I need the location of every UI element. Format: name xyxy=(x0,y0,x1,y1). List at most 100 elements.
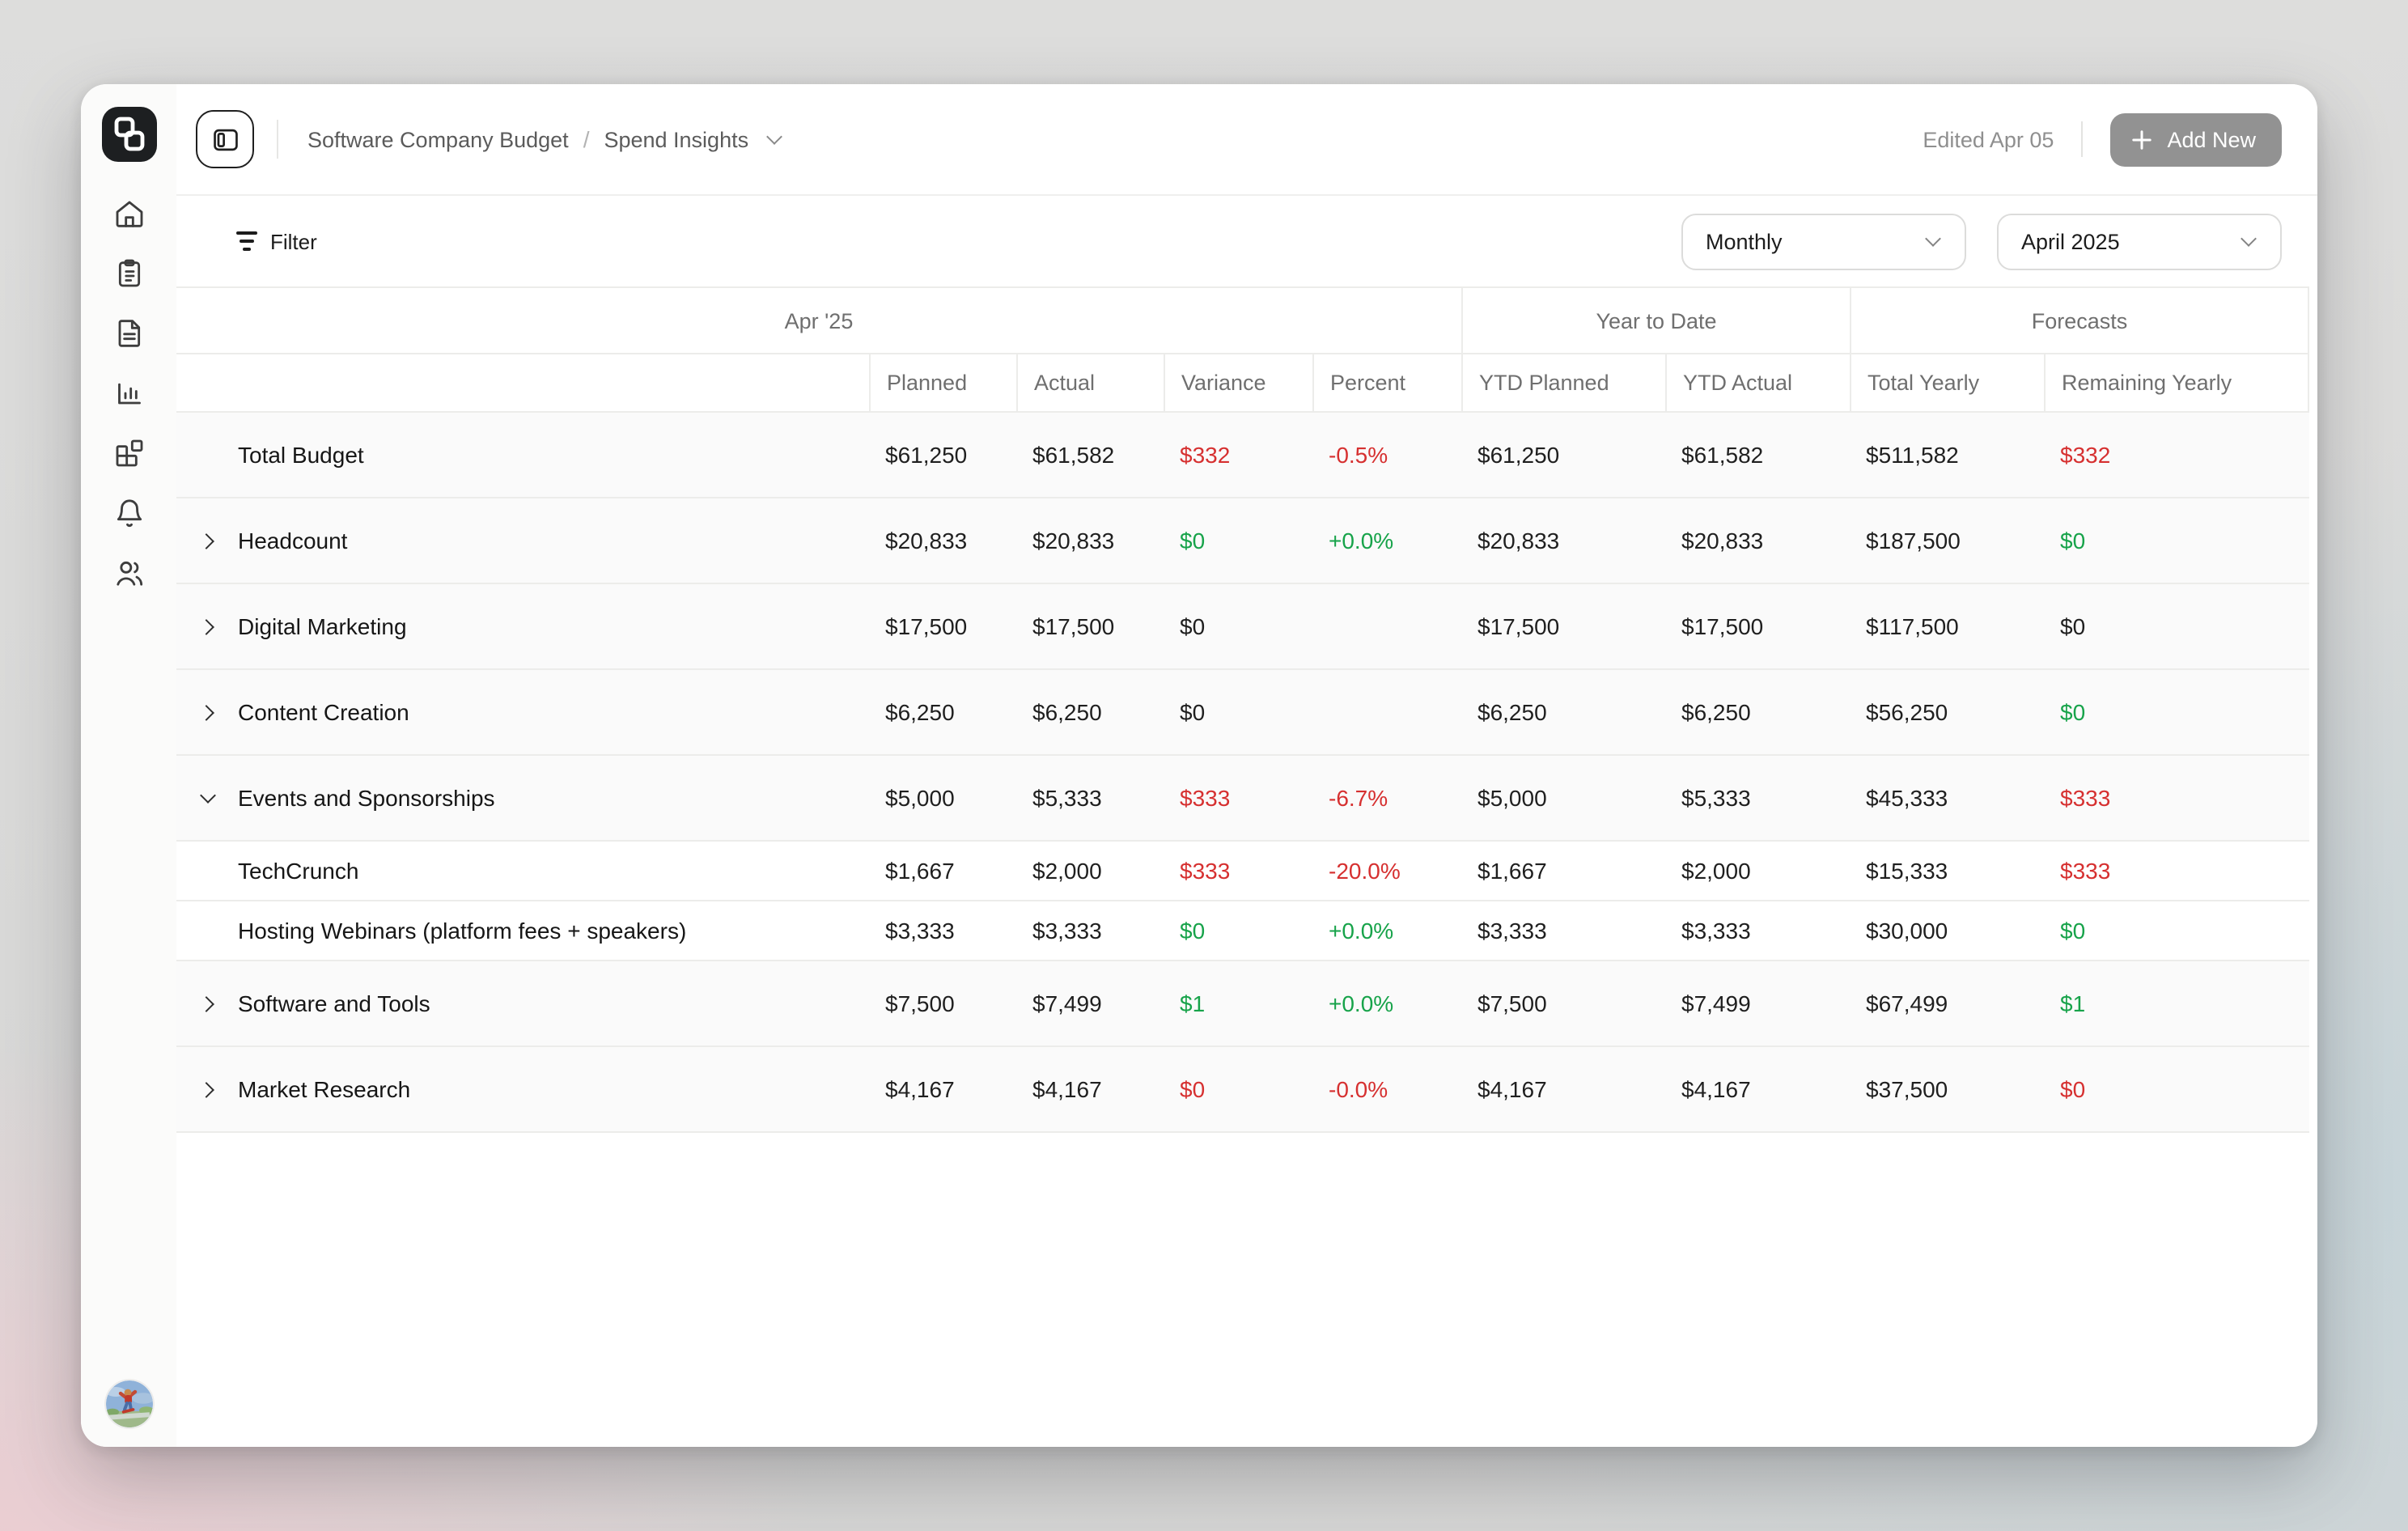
cell-percent[interactable]: -6.7% xyxy=(1312,756,1461,840)
cell-ytd-planned[interactable]: $4,167 xyxy=(1461,1047,1665,1131)
cell-planned[interactable]: $17,500 xyxy=(869,584,1016,668)
cell-planned[interactable]: $5,000 xyxy=(869,756,1016,840)
cell-total-yearly[interactable]: $15,333 xyxy=(1850,842,2044,900)
cell-variance[interactable]: $1 xyxy=(1164,961,1312,1045)
filter-button[interactable]: Filter xyxy=(227,223,327,260)
cell-ytd-planned[interactable]: $61,250 xyxy=(1461,413,1665,497)
chevron-down-icon[interactable] xyxy=(766,131,782,147)
bell-icon[interactable] xyxy=(112,497,145,529)
row-name-cell[interactable]: Headcount xyxy=(176,498,869,583)
chevron-right-icon[interactable] xyxy=(196,615,218,638)
cell-remaining-yearly[interactable]: $333 xyxy=(2044,756,2309,840)
cell-total-yearly[interactable]: $67,499 xyxy=(1850,961,2044,1045)
row-name-cell[interactable]: Market Research xyxy=(176,1047,869,1131)
cell-variance[interactable]: $333 xyxy=(1164,756,1312,840)
cell-total-yearly[interactable]: $30,000 xyxy=(1850,901,2044,960)
chevron-right-icon[interactable] xyxy=(196,992,218,1015)
user-avatar[interactable] xyxy=(105,1380,152,1427)
cell-variance[interactable]: $332 xyxy=(1164,413,1312,497)
cell-total-yearly[interactable]: $56,250 xyxy=(1850,670,2044,754)
cell-ytd-actual[interactable]: $6,250 xyxy=(1665,670,1850,754)
cell-ytd-actual[interactable]: $5,333 xyxy=(1665,756,1850,840)
cell-ytd-actual[interactable]: $61,582 xyxy=(1665,413,1850,497)
cell-remaining-yearly[interactable]: $0 xyxy=(2044,901,2309,960)
table-row[interactable]: Market Research $4,167 $4,167 $0 -0.0% $… xyxy=(176,1047,2309,1133)
cell-ytd-planned[interactable]: $7,500 xyxy=(1461,961,1665,1045)
month-select[interactable]: April 2025 xyxy=(1997,213,2282,269)
table-row[interactable]: Hosting Webinars (platform fees + speake… xyxy=(176,901,2309,961)
cell-ytd-planned[interactable]: $6,250 xyxy=(1461,670,1665,754)
chevron-down-icon[interactable] xyxy=(196,787,218,809)
cell-percent[interactable]: -20.0% xyxy=(1312,842,1461,900)
cell-ytd-actual[interactable]: $20,833 xyxy=(1665,498,1850,583)
cell-variance[interactable]: $0 xyxy=(1164,1047,1312,1131)
cell-total-yearly[interactable]: $45,333 xyxy=(1850,756,2044,840)
clipboard-icon[interactable] xyxy=(112,257,145,290)
add-new-button[interactable]: Add New xyxy=(2110,112,2282,166)
table-row[interactable]: Headcount $20,833 $20,833 $0 +0.0% $20,8… xyxy=(176,498,2309,584)
cell-planned[interactable]: $20,833 xyxy=(869,498,1016,583)
home-icon[interactable] xyxy=(112,197,145,230)
cell-percent[interactable]: +0.0% xyxy=(1312,961,1461,1045)
cell-variance[interactable]: $0 xyxy=(1164,670,1312,754)
cell-total-yearly[interactable]: $37,500 xyxy=(1850,1047,2044,1131)
cell-remaining-yearly[interactable]: $0 xyxy=(2044,498,2309,583)
cell-ytd-planned[interactable]: $5,000 xyxy=(1461,756,1665,840)
cell-planned[interactable]: $1,667 xyxy=(869,842,1016,900)
people-icon[interactable] xyxy=(112,557,145,589)
row-name-cell[interactable]: Digital Marketing xyxy=(176,584,869,668)
cell-actual[interactable]: $2,000 xyxy=(1016,842,1164,900)
row-name-cell[interactable]: Software and Tools xyxy=(176,961,869,1045)
row-name-cell[interactable]: Total Budget xyxy=(176,413,869,497)
cell-total-yearly[interactable]: $511,582 xyxy=(1850,413,2044,497)
row-name-cell[interactable]: Content Creation xyxy=(176,670,869,754)
cell-actual[interactable]: $6,250 xyxy=(1016,670,1164,754)
row-name-cell[interactable]: Events and Sponsorships xyxy=(176,756,869,840)
cell-planned[interactable]: $7,500 xyxy=(869,961,1016,1045)
cell-variance[interactable]: $0 xyxy=(1164,498,1312,583)
row-name-cell[interactable]: TechCrunch xyxy=(176,842,869,900)
cell-ytd-planned[interactable]: $17,500 xyxy=(1461,584,1665,668)
cell-percent[interactable] xyxy=(1312,584,1461,668)
cell-percent[interactable]: -0.5% xyxy=(1312,413,1461,497)
cell-actual[interactable]: $4,167 xyxy=(1016,1047,1164,1131)
cell-total-yearly[interactable]: $187,500 xyxy=(1850,498,2044,583)
cell-total-yearly[interactable]: $117,500 xyxy=(1850,584,2044,668)
cell-planned[interactable]: $6,250 xyxy=(869,670,1016,754)
cell-percent[interactable]: +0.0% xyxy=(1312,498,1461,583)
app-logo[interactable] xyxy=(101,107,156,162)
cell-remaining-yearly[interactable]: $0 xyxy=(2044,670,2309,754)
cell-ytd-actual[interactable]: $17,500 xyxy=(1665,584,1850,668)
cell-actual[interactable]: $7,499 xyxy=(1016,961,1164,1045)
cell-variance[interactable]: $0 xyxy=(1164,901,1312,960)
cell-actual[interactable]: $5,333 xyxy=(1016,756,1164,840)
cell-remaining-yearly[interactable]: $0 xyxy=(2044,584,2309,668)
cell-remaining-yearly[interactable]: $0 xyxy=(2044,1047,2309,1131)
cell-ytd-actual[interactable]: $2,000 xyxy=(1665,842,1850,900)
cell-ytd-planned[interactable]: $3,333 xyxy=(1461,901,1665,960)
cell-planned[interactable]: $61,250 xyxy=(869,413,1016,497)
table-row[interactable]: Events and Sponsorships $5,000 $5,333 $3… xyxy=(176,756,2309,842)
row-name-cell[interactable]: Hosting Webinars (platform fees + speake… xyxy=(176,901,869,960)
cell-remaining-yearly[interactable]: $333 xyxy=(2044,842,2309,900)
cell-planned[interactable]: $4,167 xyxy=(869,1047,1016,1131)
blocks-icon[interactable] xyxy=(112,437,145,469)
cell-percent[interactable]: -0.0% xyxy=(1312,1047,1461,1131)
cell-actual[interactable]: $20,833 xyxy=(1016,498,1164,583)
cell-ytd-planned[interactable]: $20,833 xyxy=(1461,498,1665,583)
cell-remaining-yearly[interactable]: $332 xyxy=(2044,413,2309,497)
breadcrumb-parent[interactable]: Software Company Budget xyxy=(307,127,569,151)
period-granularity-select[interactable]: Monthly xyxy=(1681,213,1966,269)
table-row[interactable]: Total Budget $61,250 $61,582 $332 -0.5% … xyxy=(176,413,2309,498)
sidebar-toggle-button[interactable] xyxy=(196,110,254,168)
chevron-right-icon[interactable] xyxy=(196,529,218,552)
cell-ytd-planned[interactable]: $1,667 xyxy=(1461,842,1665,900)
document-icon[interactable] xyxy=(112,317,145,350)
bar-chart-icon[interactable] xyxy=(112,377,145,409)
cell-variance[interactable]: $0 xyxy=(1164,584,1312,668)
cell-actual[interactable]: $61,582 xyxy=(1016,413,1164,497)
cell-percent[interactable]: +0.0% xyxy=(1312,901,1461,960)
cell-ytd-actual[interactable]: $4,167 xyxy=(1665,1047,1850,1131)
table-row[interactable]: TechCrunch $1,667 $2,000 $333 -20.0% $1,… xyxy=(176,842,2309,901)
breadcrumb-current[interactable]: Spend Insights xyxy=(604,127,748,151)
